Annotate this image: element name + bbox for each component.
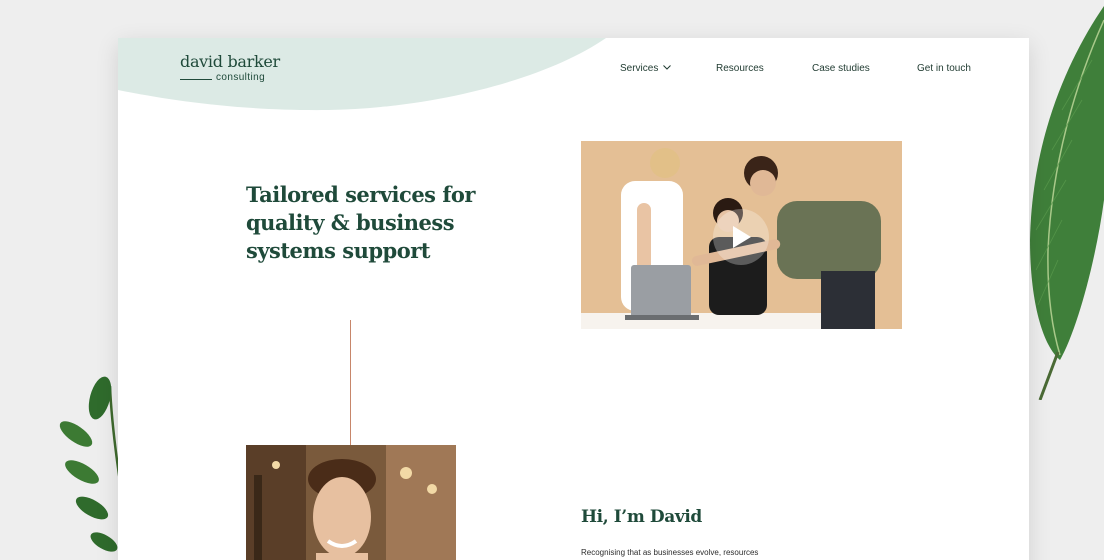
nav-services-label: Services (620, 63, 659, 74)
play-icon (733, 226, 751, 248)
logo-name: david barker (180, 52, 280, 71)
logo-sub: consulting (216, 72, 266, 83)
about-body: Recognising that as businesses evolve, r… (581, 548, 759, 557)
logo-rule (180, 79, 212, 80)
nav-get-in-touch[interactable]: Get in touch (917, 63, 971, 74)
brand-logo[interactable]: david barker consulting (180, 52, 280, 83)
video-player[interactable] (581, 141, 902, 329)
nav-services[interactable]: Services (620, 63, 672, 74)
chevron-down-icon (663, 64, 672, 70)
decorative-leaf-right (1030, 6, 1104, 400)
about-title: Hi, I’m David (581, 507, 702, 527)
vertical-divider (350, 320, 351, 463)
website-page: david barker consulting Services Resourc… (118, 38, 1029, 560)
play-button[interactable] (713, 209, 769, 265)
nav-case-studies[interactable]: Case studies (812, 63, 870, 74)
nav-resources[interactable]: Resources (716, 63, 764, 74)
portrait-photo (246, 445, 456, 560)
hero-title: Tailored services for quality & business… (246, 182, 475, 263)
